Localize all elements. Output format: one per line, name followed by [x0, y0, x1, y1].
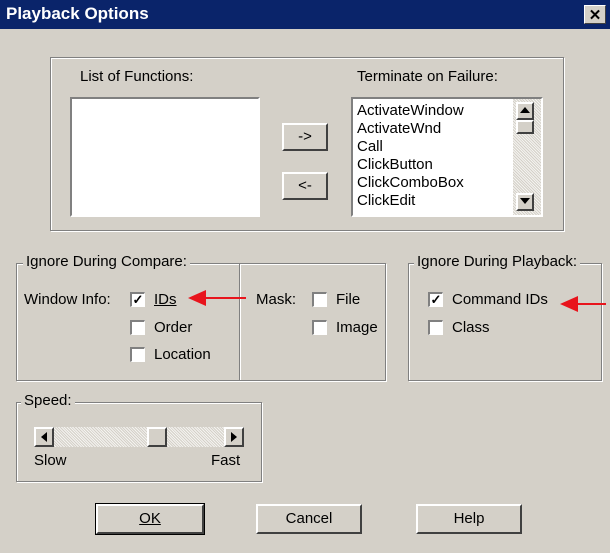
scroll-thumb[interactable]: [516, 120, 534, 134]
class-checkbox[interactable]: [428, 320, 443, 335]
cancel-button-label: Cancel: [285, 510, 333, 527]
ok-button[interactable]: OK: [95, 503, 205, 535]
ids-label[interactable]: IDs: [154, 291, 177, 308]
file-checkbox[interactable]: [312, 292, 327, 307]
location-checkbox[interactable]: [130, 347, 145, 362]
location-label[interactable]: Location: [154, 346, 211, 363]
class-label[interactable]: Class: [452, 319, 490, 336]
add-button-label: ->: [298, 128, 312, 145]
image-label[interactable]: Image: [336, 319, 378, 336]
playback-options-dialog: Playback Options ✕ List of Functions: Te…: [0, 0, 610, 553]
right-arrow-icon: [230, 432, 237, 442]
left-arrow-icon: [40, 432, 47, 442]
speed-thumb[interactable]: [147, 427, 167, 447]
scroll-up-button[interactable]: [516, 102, 534, 120]
remove-button-label: <-: [298, 177, 312, 194]
window-info-label: Window Info:: [24, 291, 111, 308]
command-ids-label[interactable]: Command IDs: [452, 291, 548, 308]
terminate-list-item[interactable]: ActivateWindow: [353, 102, 511, 120]
terminate-list-items: ActivateWindow ActivateWnd Call ClickButton…: [353, 102, 511, 210]
file-label[interactable]: File: [336, 291, 360, 308]
functions-listbox[interactable]: [70, 97, 260, 217]
ignore-during-compare-group: [16, 263, 386, 381]
cancel-button[interactable]: Cancel: [256, 504, 362, 534]
window-title: Playback Options: [6, 4, 149, 23]
down-arrow-icon: [520, 198, 530, 204]
compare-divider: [239, 264, 241, 380]
fast-label: Fast: [211, 452, 241, 469]
terminate-list-scrollbar[interactable]: [513, 99, 541, 215]
terminate-list-item[interactable]: ClickButton: [353, 156, 511, 174]
terminate-on-failure-listbox[interactable]: ActivateWindow ActivateWnd Call ClickButton…: [351, 97, 543, 217]
speed-title: Speed:: [21, 392, 75, 409]
remove-from-terminate-button[interactable]: <-: [282, 172, 328, 200]
ok-button-label: OK: [139, 510, 161, 527]
terminate-list-item[interactable]: ActivateWnd: [353, 120, 511, 138]
close-button[interactable]: ✕: [584, 5, 606, 24]
image-checkbox[interactable]: [312, 320, 327, 335]
mask-label: Mask:: [256, 291, 297, 308]
order-label[interactable]: Order: [154, 319, 192, 336]
close-icon: ✕: [588, 7, 602, 24]
terminate-list-item[interactable]: Call: [353, 138, 511, 156]
terminate-list-item[interactable]: ClickComboBox: [353, 174, 511, 192]
speed-slider[interactable]: [34, 427, 244, 447]
title-bar: Playback Options ✕: [0, 0, 610, 29]
terminate-on-failure-label: Terminate on Failure:: [357, 68, 498, 85]
scroll-down-button[interactable]: [516, 193, 534, 211]
add-to-terminate-button[interactable]: ->: [282, 123, 328, 151]
speed-left-button[interactable]: [34, 427, 54, 447]
slow-label: Slow: [34, 452, 67, 469]
order-checkbox[interactable]: [130, 320, 145, 335]
help-button-label: Help: [453, 510, 485, 527]
ignore-during-playback-title: Ignore During Playback:: [414, 253, 581, 270]
command-ids-checkbox[interactable]: ✓: [428, 292, 443, 307]
speed-right-button[interactable]: [224, 427, 244, 447]
list-of-functions-label: List of Functions:: [80, 68, 194, 85]
help-button[interactable]: Help: [416, 504, 522, 534]
terminate-list-item[interactable]: ClickEdit: [353, 192, 511, 210]
ignore-during-compare-title: Ignore During Compare:: [23, 253, 190, 270]
ids-checkbox[interactable]: ✓: [130, 292, 145, 307]
up-arrow-icon: [520, 107, 530, 113]
